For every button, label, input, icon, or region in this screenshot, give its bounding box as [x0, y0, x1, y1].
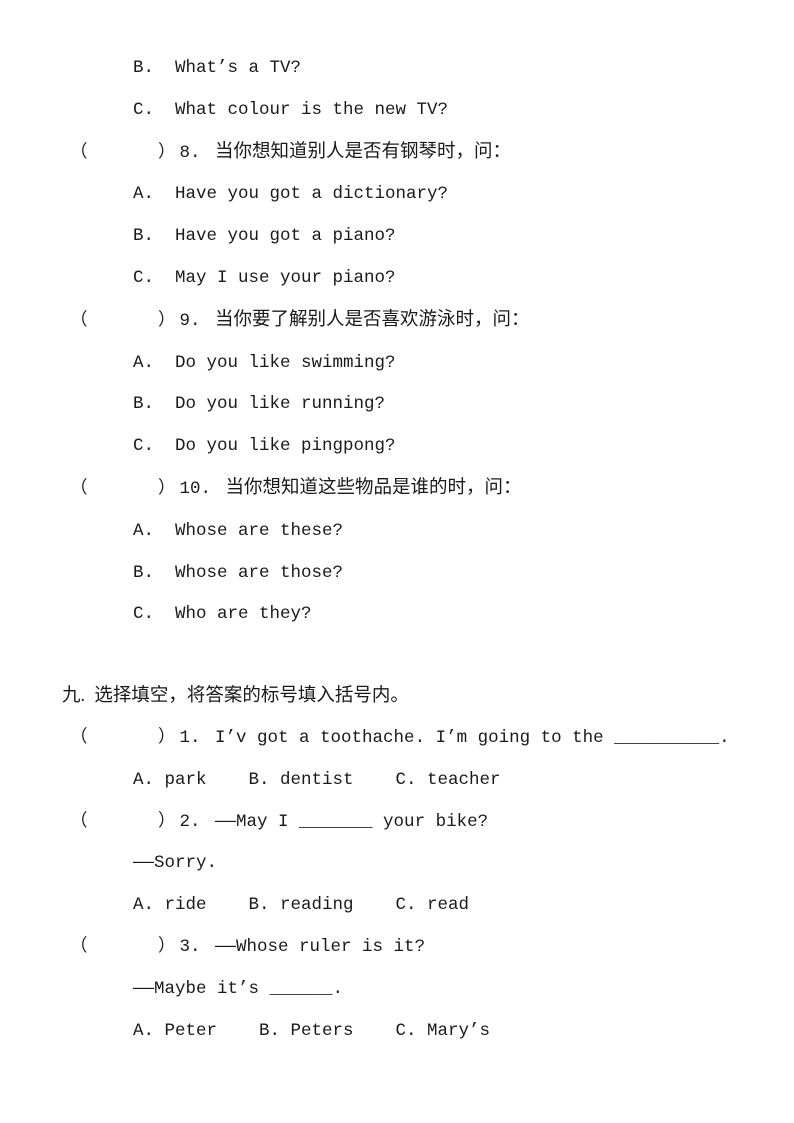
question-line: （） 10. 当你想知道这些物品是谁的时，问：	[58, 468, 736, 511]
question-number: 1.	[179, 727, 201, 748]
answer-option-line[interactable]: C. Do you like pingpong?	[58, 426, 736, 468]
question-line: （） 2. ——May I _______ your bike?	[58, 802, 736, 844]
answer-bracket-close: ）	[158, 936, 176, 957]
worksheet-page: B. What’s a TV? C. What colour is the new…	[0, 0, 794, 1123]
answer-bracket-close: ）	[158, 478, 176, 499]
answer-option-line[interactable]: A. Peter B. Peters C. Mary’s	[58, 1011, 736, 1053]
dialogue-continuation-line: ——Maybe it’s ______.	[133, 978, 344, 999]
answer-option-line[interactable]: B. Do you like running?	[58, 384, 736, 426]
answer-bracket-close: ）	[158, 811, 176, 832]
vertical-spacer	[58, 636, 736, 656]
question-number: 10.	[179, 478, 212, 499]
answer-bracket[interactable]: （	[70, 133, 158, 175]
question-line: （） 1. I’v got a toothache. I’m going to t…	[58, 718, 736, 760]
answer-option-line[interactable]: C. What colour is the new TV?	[58, 90, 736, 132]
question-line: （） 9. 当你要了解别人是否喜欢游泳时，问：	[58, 300, 736, 343]
question-stem: 当你想知道别人是否有钢琴时，问：	[215, 141, 512, 162]
answer-bracket[interactable]: （	[70, 469, 158, 511]
answer-option-line[interactable]: A. Whose are these?	[58, 511, 736, 553]
answer-option-line[interactable]: B. What’s a TV?	[58, 48, 736, 90]
question-number: 9.	[179, 310, 201, 331]
answer-option-line[interactable]: A. park B. dentist C. teacher	[58, 760, 736, 802]
answer-bracket[interactable]: （	[70, 802, 158, 844]
question-stem: 当你要了解别人是否喜欢游泳时，问：	[215, 309, 530, 330]
answer-option-line[interactable]: C. May I use your piano?	[58, 258, 736, 300]
answer-bracket[interactable]: （	[70, 718, 158, 760]
answer-bracket-close: ）	[158, 310, 176, 331]
answer-option-line[interactable]: B. Have you got a piano?	[58, 216, 736, 258]
question-number: 8.	[179, 142, 201, 163]
question-stem: I’v got a toothache. I’m going to the __…	[215, 727, 730, 748]
question-number: 3.	[179, 936, 201, 957]
answer-option-line[interactable]: A. Have you got a dictionary?	[58, 174, 736, 216]
question-stem: 当你想知道这些物品是谁的时，问：	[225, 477, 522, 498]
question-line: （） 8. 当你想知道别人是否有钢琴时，问：	[58, 132, 736, 175]
answer-bracket[interactable]: （	[70, 927, 158, 969]
answer-option-line[interactable]: B. Whose are those?	[58, 553, 736, 595]
answer-bracket[interactable]: （	[70, 301, 158, 343]
section-heading: 九. 选择填空，将答案的标号填入括号内。	[62, 686, 409, 707]
worksheet-content: B. What’s a TV? C. What colour is the new…	[58, 48, 736, 1052]
question-line: （） 3. ——Whose ruler is it?	[58, 927, 736, 969]
answer-option-line[interactable]: A. ride B. reading C. read	[58, 885, 736, 927]
answer-option-line[interactable]: A. Do you like swimming?	[58, 343, 736, 385]
question-stem: ——Whose ruler is it?	[215, 936, 426, 957]
answer-bracket-close: ）	[158, 142, 176, 163]
dialogue-continuation-line: ——Sorry.	[133, 853, 218, 874]
question-number: 2.	[179, 811, 201, 832]
answer-option-line[interactable]: C. Who are they?	[58, 594, 736, 636]
answer-bracket-close: ）	[158, 727, 176, 748]
question-stem: ——May I _______ your bike?	[215, 811, 489, 832]
